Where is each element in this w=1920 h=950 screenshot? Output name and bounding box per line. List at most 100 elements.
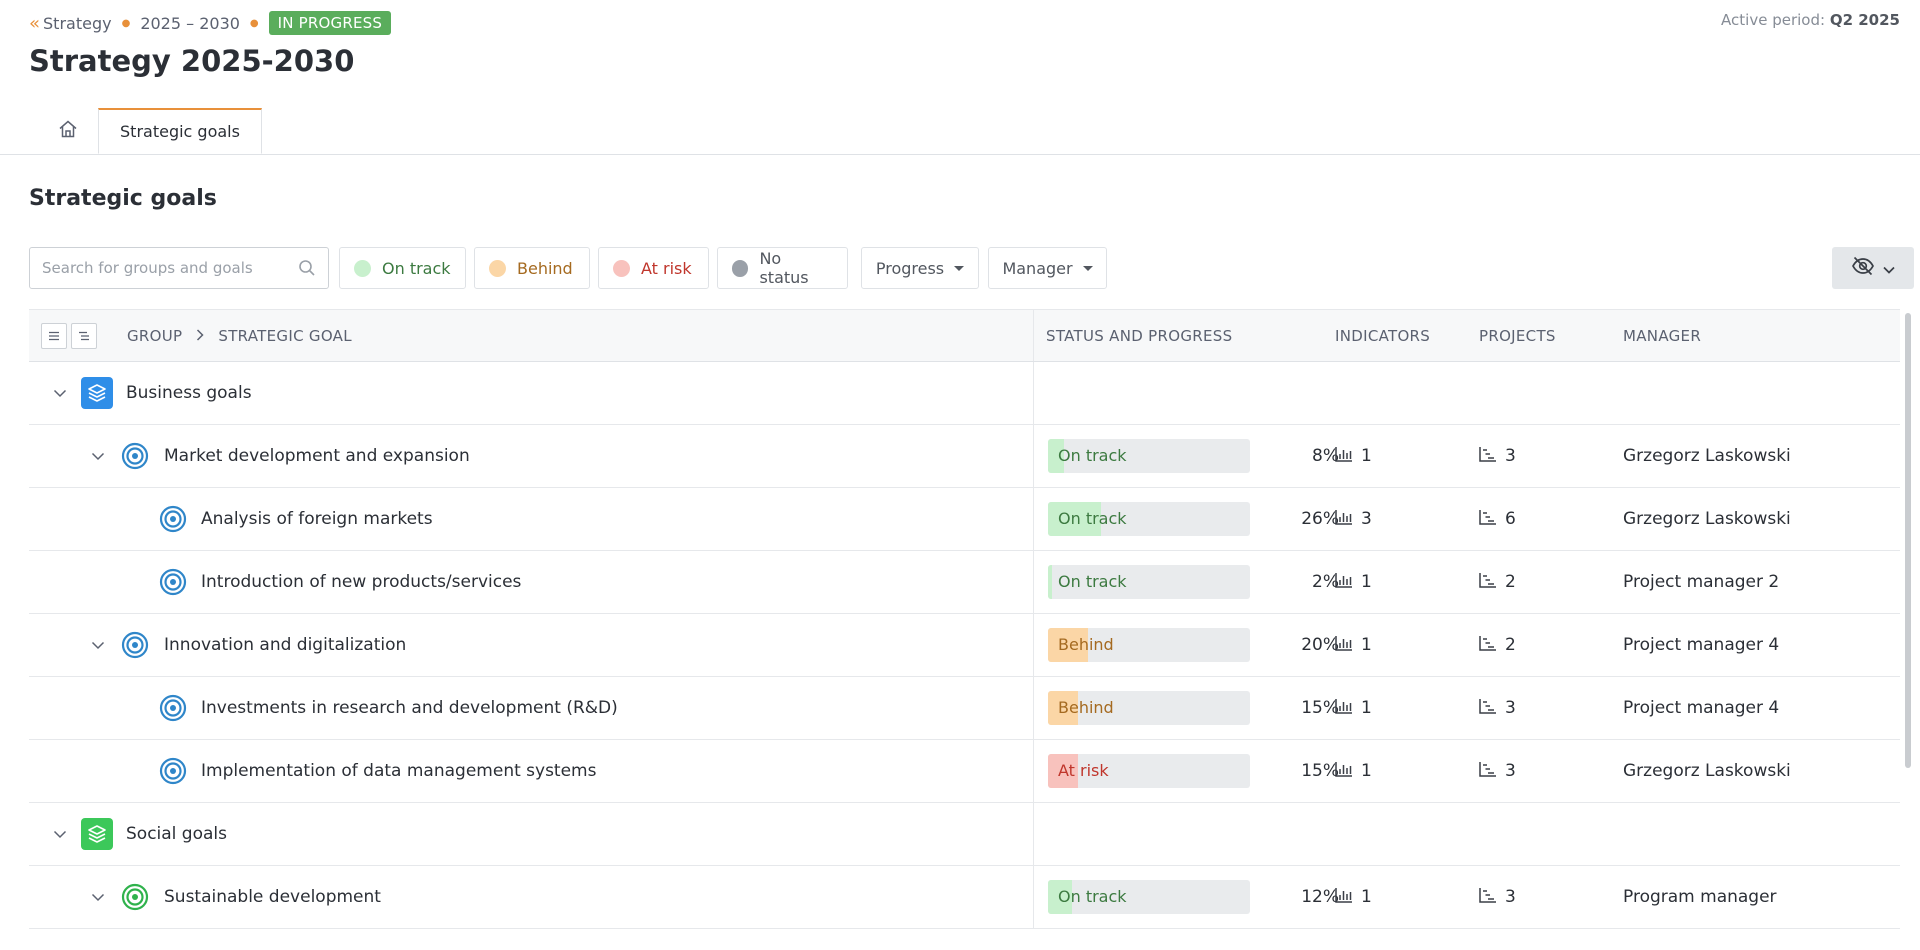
projects-cell[interactable]: 3 (1479, 425, 1516, 487)
column-divider (1033, 803, 1034, 865)
table-row[interactable]: Market development and expansion On trac… (29, 425, 1900, 488)
goal-name[interactable]: Innovation and digitalization (164, 614, 406, 676)
goal-name[interactable]: Investments in research and development … (201, 677, 618, 739)
goal-name[interactable]: Market development and expansion (164, 425, 470, 487)
manager-name[interactable]: Grzegorz Laskowski (1623, 488, 1791, 550)
tab-home[interactable] (40, 108, 96, 154)
column-group-goal[interactable]: GROUP STRATEGIC GOAL (127, 310, 352, 361)
progress-bar[interactable]: Behind (1048, 628, 1250, 662)
table-row[interactable]: Introduction of new products/services On… (29, 551, 1900, 614)
filter-on-track[interactable]: On track (339, 247, 466, 289)
manager-name[interactable]: Grzegorz Laskowski (1623, 740, 1791, 802)
goals-table: GROUP STRATEGIC GOAL STATUS AND PROGRESS… (29, 309, 1900, 929)
progress-bar[interactable]: Behind (1048, 691, 1250, 725)
bar-chart-icon (1335, 509, 1353, 530)
table-row[interactable]: Implementation of data management system… (29, 740, 1900, 803)
table-row-group[interactable]: Business goals (29, 362, 1900, 425)
indicators-count: 3 (1361, 509, 1372, 529)
gantt-icon (1479, 635, 1497, 656)
progress-percent: 2% (1312, 572, 1339, 592)
indicators-cell[interactable]: 1 (1335, 740, 1372, 802)
projects-count: 3 (1505, 698, 1516, 718)
projects-count: 3 (1505, 446, 1516, 466)
table-row-group[interactable]: Social goals (29, 803, 1900, 866)
manager-name[interactable]: Project manager 2 (1623, 551, 1779, 613)
progress-bar[interactable]: On track (1048, 439, 1250, 473)
progress-bar[interactable]: On track (1048, 880, 1250, 914)
tab-strategic-goals[interactable]: Strategic goals (98, 108, 262, 154)
projects-count: 3 (1505, 887, 1516, 907)
header-manager[interactable]: MANAGER (1623, 310, 1701, 361)
indicators-count: 1 (1361, 446, 1372, 466)
search-input[interactable] (40, 258, 294, 278)
progress-percent: 26% (1301, 509, 1339, 529)
projects-cell[interactable]: 2 (1479, 551, 1516, 613)
progress-bar[interactable]: On track (1048, 565, 1250, 599)
gantt-icon (1479, 761, 1497, 782)
header-indicators[interactable]: INDICATORS (1335, 310, 1430, 361)
chevron-down-icon[interactable] (88, 866, 108, 928)
table-row[interactable]: Investments in research and development … (29, 677, 1900, 740)
manager-name[interactable]: Project manager 4 (1623, 677, 1779, 739)
header-status[interactable]: STATUS AND PROGRESS (1046, 310, 1232, 361)
progress-bar[interactable]: At risk (1048, 754, 1250, 788)
goal-name[interactable]: Sustainable development (164, 866, 381, 928)
table-row[interactable]: Innovation and digitalization Behind 20%… (29, 614, 1900, 677)
table-row[interactable]: Analysis of foreign markets On track 26%… (29, 488, 1900, 551)
active-period-label: Active period: (1721, 11, 1826, 29)
chevron-down-icon[interactable] (88, 425, 108, 487)
vertical-scrollbar[interactable] (1905, 313, 1911, 768)
collapse-all-button[interactable] (41, 322, 67, 349)
manager-name[interactable]: Grzegorz Laskowski (1623, 425, 1791, 487)
eye-off-icon (1851, 256, 1875, 280)
indicators-cell[interactable]: 1 (1335, 614, 1372, 676)
layers-icon (81, 377, 113, 409)
section-title: Strategic goals (29, 186, 217, 211)
status-label: On track (1058, 887, 1127, 906)
progress-fill (1048, 565, 1053, 599)
target-icon (121, 866, 149, 928)
indicators-cell[interactable]: 1 (1335, 551, 1372, 613)
active-period: Active period: Q2 2025 (1721, 11, 1900, 29)
goal-name[interactable]: Implementation of data management system… (201, 740, 596, 802)
chevron-down-icon[interactable] (50, 803, 70, 865)
progress-percent: 20% (1301, 635, 1339, 655)
manager-name[interactable]: Project manager 4 (1623, 614, 1779, 676)
column-visibility-button[interactable] (1832, 247, 1914, 289)
projects-cell[interactable]: 3 (1479, 677, 1516, 739)
filter-no-status[interactable]: No status (717, 247, 848, 289)
chevron-down-icon[interactable] (88, 614, 108, 676)
search-icon[interactable] (298, 259, 316, 281)
projects-cell[interactable]: 3 (1479, 740, 1516, 802)
filter-at-risk[interactable]: At risk (598, 247, 709, 289)
column-divider (1033, 362, 1034, 424)
filter-manager-dropdown[interactable]: Manager (988, 247, 1107, 289)
projects-count: 6 (1505, 509, 1516, 529)
breadcrumb-parent-link[interactable]: Strategy (43, 14, 112, 33)
table-row[interactable]: Sustainable development On track 12% 1 3… (29, 866, 1900, 929)
indicators-cell[interactable]: 1 (1335, 866, 1372, 928)
projects-cell[interactable]: 2 (1479, 614, 1516, 676)
indicators-cell[interactable]: 3 (1335, 488, 1372, 550)
expand-all-button[interactable] (71, 322, 97, 349)
double-chevron-left-icon[interactable]: « (29, 13, 40, 34)
manager-name[interactable]: Program manager (1623, 866, 1777, 928)
filter-progress-dropdown[interactable]: Progress (861, 247, 979, 289)
breadcrumb: « Strategy ● 2025 – 2030 ● IN PROGRESS (29, 11, 392, 35)
header-projects[interactable]: PROJECTS (1479, 310, 1556, 361)
indicators-cell[interactable]: 1 (1335, 425, 1372, 487)
bar-chart-icon (1335, 887, 1353, 908)
indicators-count: 1 (1361, 887, 1372, 907)
projects-cell[interactable]: 6 (1479, 488, 1516, 550)
gantt-icon (1479, 446, 1497, 467)
progress-bar[interactable]: On track (1048, 502, 1250, 536)
header-group: GROUP (127, 326, 183, 345)
gantt-icon (1479, 509, 1497, 530)
chevron-down-icon[interactable] (50, 362, 70, 424)
target-icon (159, 740, 187, 802)
goal-name[interactable]: Analysis of foreign markets (201, 488, 433, 550)
filter-behind[interactable]: Behind (474, 247, 590, 289)
goal-name[interactable]: Introduction of new products/services (201, 551, 521, 613)
projects-cell[interactable]: 3 (1479, 866, 1516, 928)
indicators-cell[interactable]: 1 (1335, 677, 1372, 739)
